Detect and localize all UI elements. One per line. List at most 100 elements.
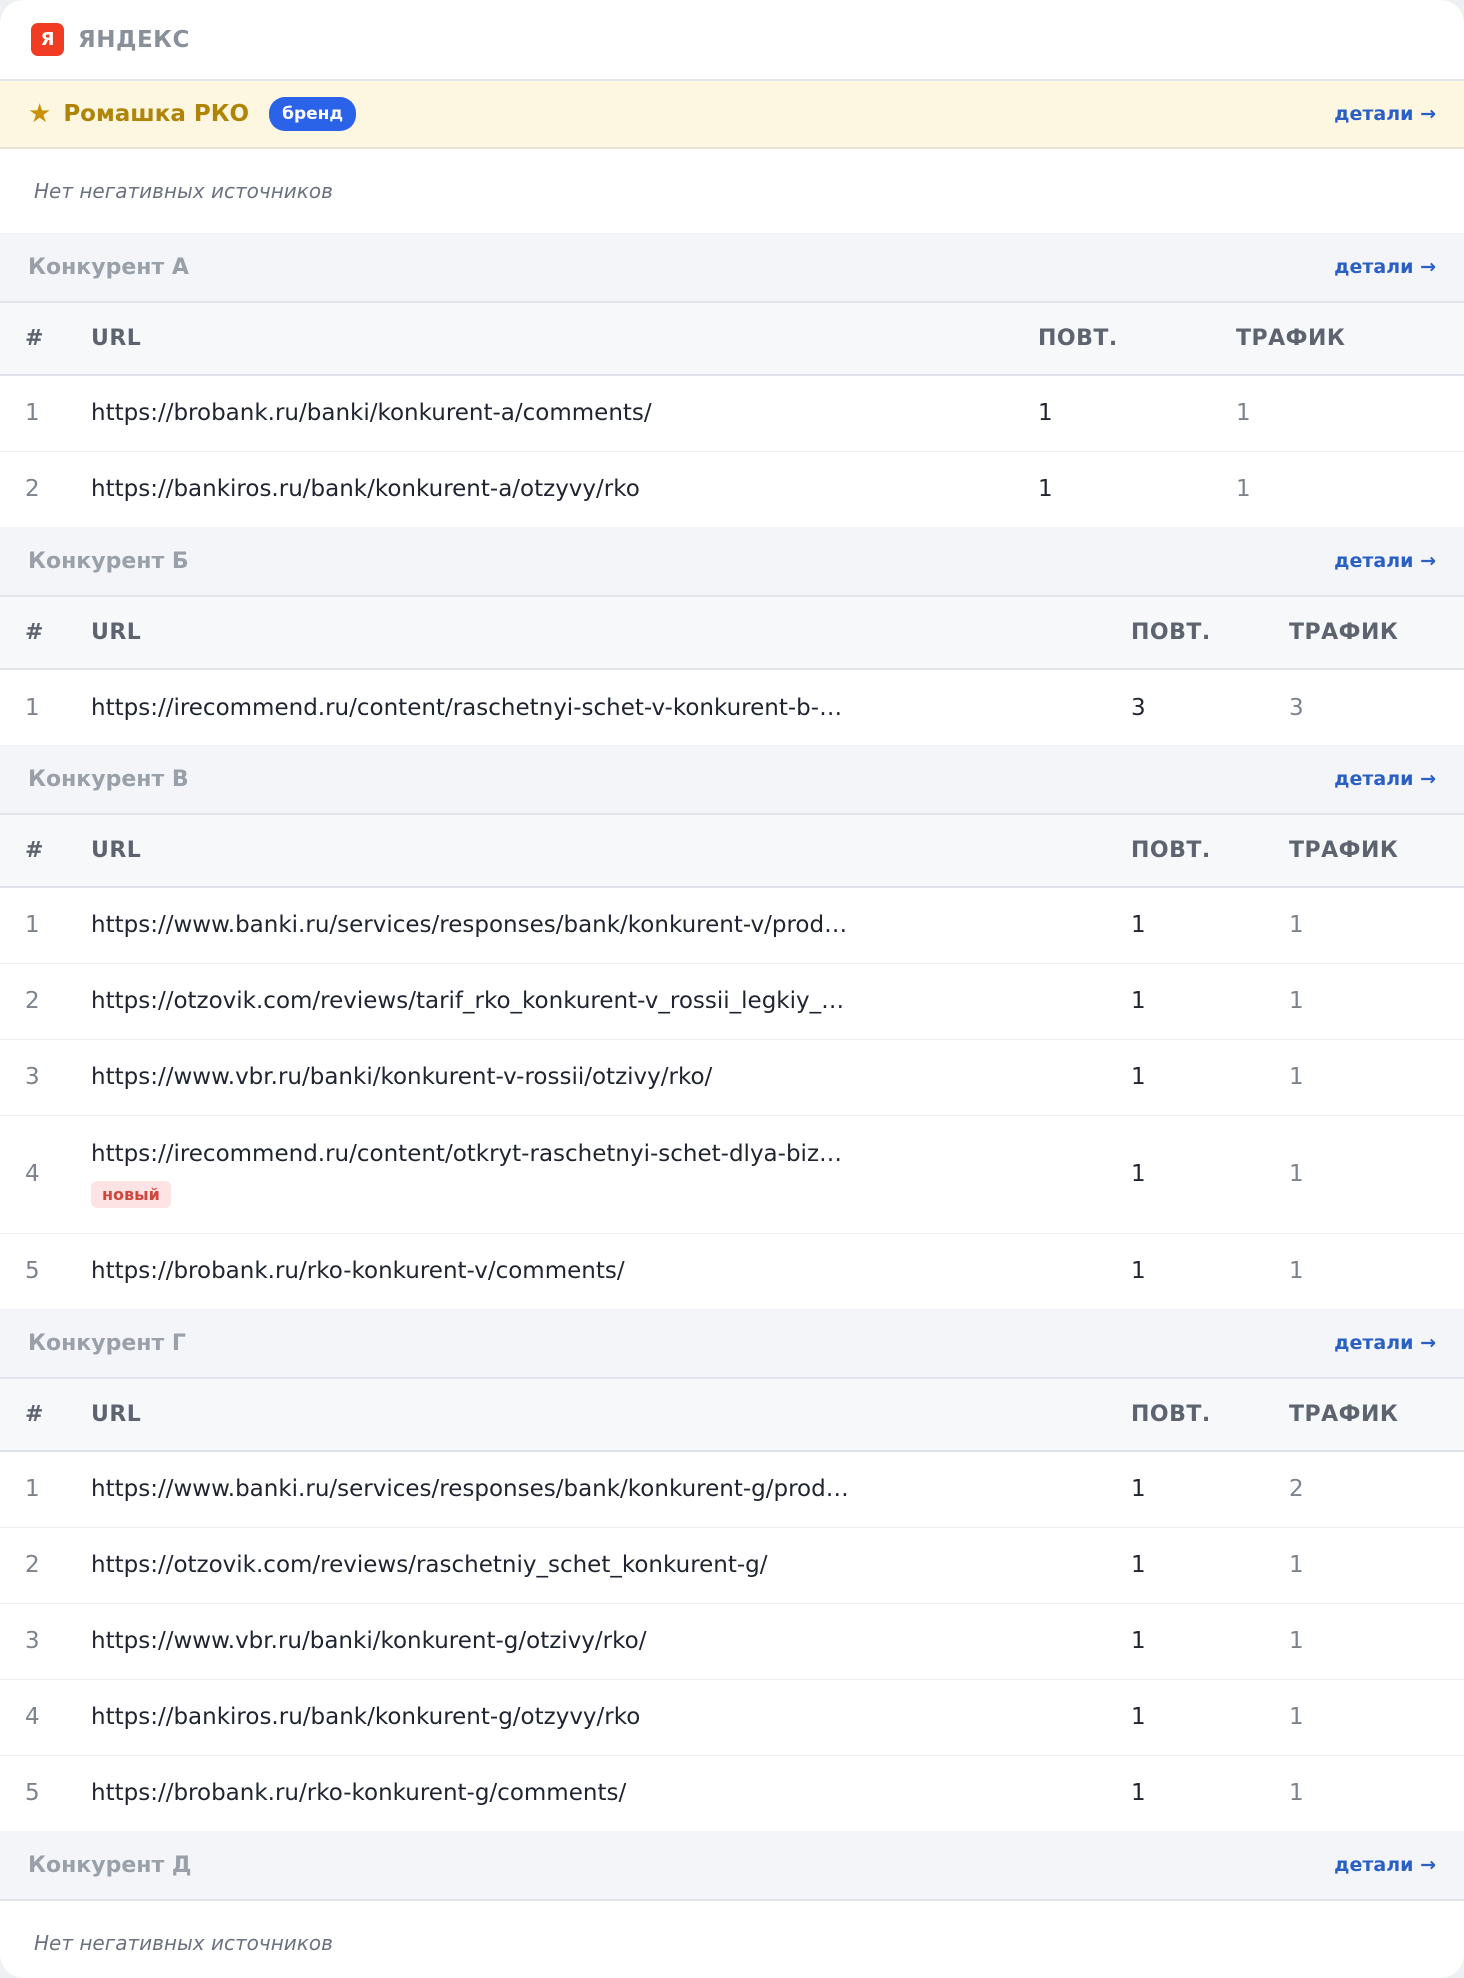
- row-url-link[interactable]: https://otzovik.com/reviews/raschetniy_s…: [91, 1552, 851, 1578]
- row-num: 1: [0, 887, 91, 964]
- table-row: 3 https://www.vbr.ru/banki/konkurent-v-r…: [0, 1039, 1464, 1116]
- row-traffic: 2: [1289, 1451, 1464, 1528]
- col-num-header: #: [0, 597, 91, 670]
- row-rep: 1: [1131, 1679, 1289, 1756]
- brand-empty-message: Нет негативных источников: [34, 179, 333, 203]
- row-num: 2: [25, 476, 40, 503]
- table-row: 4 https://irecommend.ru/content/otkryt-r…: [0, 1115, 1464, 1234]
- new-badge: новый: [91, 1180, 171, 1208]
- row-rep: 1: [1131, 1039, 1289, 1116]
- sources-table: # URL ПОВТ. ТРАФИК 1 https://www.banki.r…: [0, 1379, 1464, 1831]
- competitor-details-link[interactable]: детали →: [1334, 768, 1436, 790]
- row-num: 4: [0, 1679, 91, 1756]
- competitor-empty-message: Нет негативных источников: [34, 1931, 333, 1955]
- table-row: 5 https://brobank.ru/rko-konkurent-g/com…: [0, 1755, 1464, 1831]
- col-url-header: URL: [91, 303, 1038, 376]
- row-url-link[interactable]: https://www.vbr.ru/banki/konkurent-v-ros…: [91, 1064, 851, 1090]
- yandex-logo-icon: Я: [31, 23, 64, 56]
- row-traffic: 1: [1236, 375, 1464, 452]
- row-num: 1: [0, 375, 91, 452]
- col-num-header: #: [0, 303, 91, 376]
- row-url-link[interactable]: https://www.vbr.ru/banki/konkurent-g/otz…: [91, 1628, 851, 1654]
- col-num-header: #: [0, 1379, 91, 1452]
- col-url-header: URL: [91, 597, 1131, 670]
- competitor-details-link[interactable]: детали →: [1334, 550, 1436, 572]
- col-rep-header: ПОВТ.: [1131, 815, 1289, 888]
- row-rep: 1: [1038, 476, 1053, 503]
- row-url-link[interactable]: https://brobank.ru/rko-konkurent-g/comme…: [91, 1780, 851, 1806]
- row-num: 3: [0, 1603, 91, 1680]
- table-row: 5 https://brobank.ru/rko-konkurent-v/com…: [0, 1233, 1464, 1309]
- competitor-header: Конкурент Б детали →: [0, 527, 1464, 597]
- row-url-link[interactable]: https://www.banki.ru/services/responses/…: [91, 1476, 851, 1502]
- row-url-link[interactable]: https://otzovik.com/reviews/tarif_rko_ko…: [91, 988, 851, 1014]
- table-row: 1 https://www.banki.ru/services/response…: [0, 1451, 1464, 1528]
- competitor-name: Конкурент Б: [28, 548, 189, 574]
- table-row: 1 https://brobank.ru/banki/konkurent-a/c…: [0, 375, 1464, 452]
- table-row: 3 https://www.vbr.ru/banki/konkurent-g/o…: [0, 1603, 1464, 1680]
- row-url-link[interactable]: https://irecommend.ru/content/otkryt-ras…: [91, 1141, 851, 1167]
- row-rep: 3: [1131, 694, 1146, 721]
- sources-table: # URL ПОВТ. ТРАФИК 1 https://brobank.ru/…: [0, 303, 1464, 527]
- col-traffic-header: ТРАФИК: [1289, 815, 1464, 888]
- row-url-link[interactable]: https://irecommend.ru/content/raschetnyi…: [91, 695, 851, 721]
- table-header-row: # URL ПОВТ. ТРАФИК: [0, 303, 1464, 376]
- table-header-row: # URL ПОВТ. ТРАФИК: [0, 597, 1464, 670]
- row-rep: 1: [1038, 375, 1236, 452]
- brand-badge: бренд: [269, 97, 357, 131]
- competitor-name: Конкурент Д: [28, 1852, 192, 1878]
- row-url-link[interactable]: https://bankiros.ru/bank/konkurent-a/otz…: [91, 476, 851, 502]
- table-header-row: # URL ПОВТ. ТРАФИК: [0, 815, 1464, 888]
- table-row: 4 https://bankiros.ru/bank/konkurent-g/o…: [0, 1679, 1464, 1756]
- competitor-name: Конкурент Г: [28, 1330, 186, 1356]
- row-num: 5: [25, 1258, 40, 1285]
- competitor-header: Конкурент А детали →: [0, 233, 1464, 303]
- col-rep-header: ПОВТ.: [1131, 597, 1289, 670]
- engine-card: Я ЯНДЕКС ★ Ромашка РКО бренд детали → Не…: [0, 0, 1464, 1978]
- col-url-header: URL: [91, 815, 1131, 888]
- table-row: 2 https://otzovik.com/reviews/tarif_rko_…: [0, 963, 1464, 1040]
- competitor-header: Конкурент Г детали →: [0, 1309, 1464, 1379]
- row-url-link[interactable]: https://brobank.ru/rko-konkurent-v/comme…: [91, 1258, 851, 1284]
- engine-name: ЯНДЕКС: [78, 26, 190, 53]
- sources-table: # URL ПОВТ. ТРАФИК 1 https://www.banki.r…: [0, 815, 1464, 1309]
- row-traffic: 1: [1289, 1115, 1464, 1234]
- row-num: 1: [25, 694, 40, 721]
- table-row: 1 https://www.banki.ru/services/response…: [0, 887, 1464, 964]
- table-row: 1 https://irecommend.ru/content/raschetn…: [0, 669, 1464, 745]
- row-traffic: 1: [1236, 476, 1251, 503]
- row-num: 1: [0, 1451, 91, 1528]
- row-rep: 1: [1131, 1780, 1146, 1807]
- competitor-name: Конкурент В: [28, 766, 189, 792]
- engine-header: Я ЯНДЕКС: [0, 0, 1464, 81]
- row-num: 3: [0, 1039, 91, 1116]
- col-rep-header: ПОВТ.: [1131, 1379, 1289, 1452]
- row-rep: 1: [1131, 1527, 1289, 1604]
- competitor-header: Конкурент В детали →: [0, 745, 1464, 815]
- row-url-link[interactable]: https://brobank.ru/banki/konkurent-a/com…: [91, 400, 851, 426]
- row-traffic: 1: [1289, 1780, 1304, 1807]
- row-rep: 1: [1131, 887, 1289, 964]
- row-rep: 1: [1131, 1258, 1146, 1285]
- row-traffic: 1: [1289, 887, 1464, 964]
- competitor-details-link[interactable]: детали →: [1334, 256, 1436, 278]
- table-row: 2 https://bankiros.ru/bank/konkurent-a/o…: [0, 451, 1464, 527]
- row-rep: 1: [1131, 1451, 1289, 1528]
- competitor-header: Конкурент Д детали →: [0, 1831, 1464, 1901]
- row-traffic: 3: [1289, 694, 1304, 721]
- brand-details-link[interactable]: детали →: [1334, 103, 1436, 125]
- brand-row: ★ Ромашка РКО бренд детали →: [0, 81, 1464, 149]
- table-header-row: # URL ПОВТ. ТРАФИК: [0, 1379, 1464, 1452]
- brand-name: Ромашка РКО: [63, 101, 250, 127]
- col-rep-header: ПОВТ.: [1038, 303, 1236, 376]
- col-traffic-header: ТРАФИК: [1289, 597, 1464, 670]
- row-traffic: 1: [1289, 1039, 1464, 1116]
- row-url-link[interactable]: https://www.banki.ru/services/responses/…: [91, 912, 851, 938]
- row-url-link[interactable]: https://bankiros.ru/bank/konkurent-g/otz…: [91, 1704, 851, 1730]
- row-traffic: 1: [1289, 1679, 1464, 1756]
- row-traffic: 1: [1289, 1258, 1304, 1285]
- competitor-details-link[interactable]: детали →: [1334, 1854, 1436, 1876]
- competitor-details-link[interactable]: детали →: [1334, 1332, 1436, 1354]
- sources-table: # URL ПОВТ. ТРАФИК 1 https://irecommend.…: [0, 597, 1464, 745]
- table-row: 2 https://otzovik.com/reviews/raschetniy…: [0, 1527, 1464, 1604]
